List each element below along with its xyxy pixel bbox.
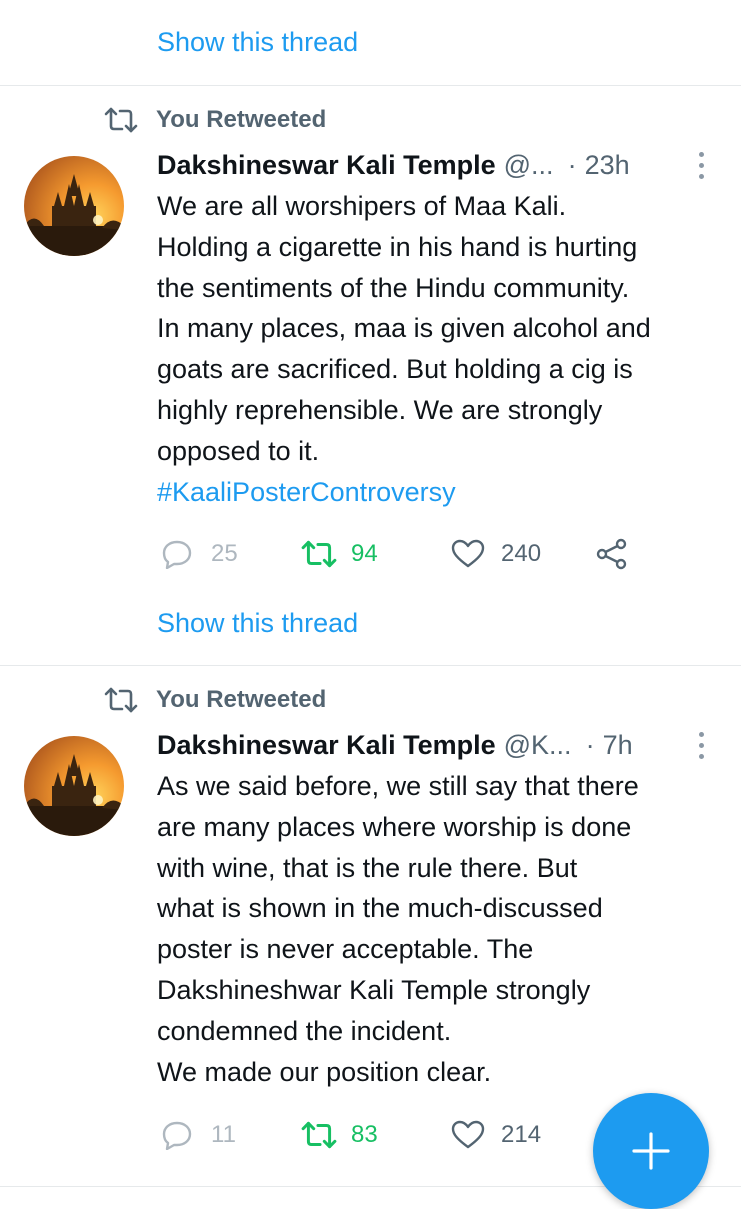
reply-count: 11: [211, 1121, 236, 1148]
tweet-text-line: highly reprehensible. We are strongly: [157, 394, 603, 425]
like-button[interactable]: 240: [451, 534, 541, 574]
like-count: 214: [501, 1121, 542, 1148]
tweet-text-line: As we said before, we still say that the…: [157, 771, 639, 801]
retweet-context: You Retweeted: [104, 684, 326, 716]
retweet-count: 94: [351, 540, 378, 567]
tweet-time[interactable]: 23h: [585, 150, 630, 181]
like-count: 240: [501, 540, 542, 567]
retweet-context-label: You Retweeted: [156, 686, 327, 713]
temple-image: [24, 156, 124, 256]
tweet[interactable]: You Retweeted Dakshineswar Kali Temple @…: [0, 86, 741, 665]
retweet-icon: [104, 687, 138, 713]
tweet-text-line: We are all worshipers of Maa Kali.: [157, 191, 567, 221]
tweet-text-line: the sentiments of the Hindu community.: [157, 272, 630, 303]
tweet-text-line: Dakshineshwar Kali Temple strongly: [157, 974, 591, 1005]
compose-tweet-button[interactable]: [593, 1093, 709, 1209]
tweet-text: As we said before, we still say that the…: [157, 766, 727, 1092]
tweet-actions: 25 94 240: [157, 534, 637, 574]
tweet-text-line: poster is never acceptable. The: [157, 934, 534, 965]
retweet-icon: [104, 107, 138, 133]
like-button[interactable]: 214: [451, 1115, 541, 1155]
tweet-text-line: In many places, maa is given alcohol and: [157, 313, 651, 344]
retweet-button[interactable]: 94: [301, 534, 378, 574]
separator-dot: ·: [585, 729, 595, 760]
retweet-icon: [301, 540, 337, 568]
show-this-thread-link[interactable]: Show this thread: [157, 607, 358, 639]
reply-icon: [162, 1121, 192, 1150]
plus-icon: [632, 1132, 670, 1170]
tweet-text-line: condemned the incident.: [157, 1015, 452, 1046]
retweet-icon: [301, 1121, 337, 1149]
tweet-header: Dakshineswar Kali Temple @... · 23h: [157, 146, 701, 184]
more-vertical-icon[interactable]: [699, 732, 707, 762]
author-handle[interactable]: @...: [504, 150, 554, 181]
reply-count: 25: [211, 540, 238, 567]
share-button[interactable]: [595, 534, 629, 574]
avatar[interactable]: [24, 736, 124, 836]
retweet-context: You Retweeted: [104, 104, 326, 136]
tweet-text-line: are many places where worship is done: [157, 811, 632, 842]
retweet-count: 83: [351, 1121, 378, 1148]
tweet-text-line: goats are sacrificed. But holding a cig …: [157, 354, 633, 385]
more-vertical-icon[interactable]: [699, 152, 707, 182]
tweet-text-line: We made our position clear.: [157, 1056, 492, 1087]
reply-icon: [162, 540, 192, 569]
temple-image: [24, 736, 124, 836]
author-handle[interactable]: @K...: [504, 730, 572, 761]
tweet-actions: 11 83 214: [157, 1115, 637, 1155]
reply-button[interactable]: 25: [161, 534, 238, 574]
tweet-text-line: opposed to it.: [157, 435, 320, 466]
reply-button[interactable]: 11: [161, 1115, 236, 1155]
author-name[interactable]: Dakshineswar Kali Temple: [157, 730, 496, 761]
tweet-text-line: Holding a cigarette in his hand is hurti…: [157, 231, 638, 262]
share-icon: [596, 538, 627, 570]
retweet-context-label: You Retweeted: [156, 106, 327, 133]
hashtag-link[interactable]: #KaaliPosterControversy: [157, 472, 727, 513]
avatar[interactable]: [24, 156, 124, 256]
tweet-text: We are all worshipers of Maa Kali. Holdi…: [157, 186, 727, 512]
show-this-thread-link[interactable]: Show this thread: [157, 26, 358, 58]
tweet-text-line: what is shown in the much-discussed: [157, 893, 603, 924]
separator-dot: ·: [567, 149, 577, 180]
author-name[interactable]: Dakshineswar Kali Temple: [157, 150, 496, 181]
tweet-time[interactable]: 7h: [603, 730, 633, 761]
retweet-button[interactable]: 83: [301, 1115, 378, 1155]
heart-icon: [451, 1120, 485, 1149]
tweet-text-line: with wine, that is the rule there. But: [157, 852, 578, 883]
heart-icon: [451, 539, 485, 568]
tweet-header: Dakshineswar Kali Temple @K... · 7h: [157, 726, 701, 764]
